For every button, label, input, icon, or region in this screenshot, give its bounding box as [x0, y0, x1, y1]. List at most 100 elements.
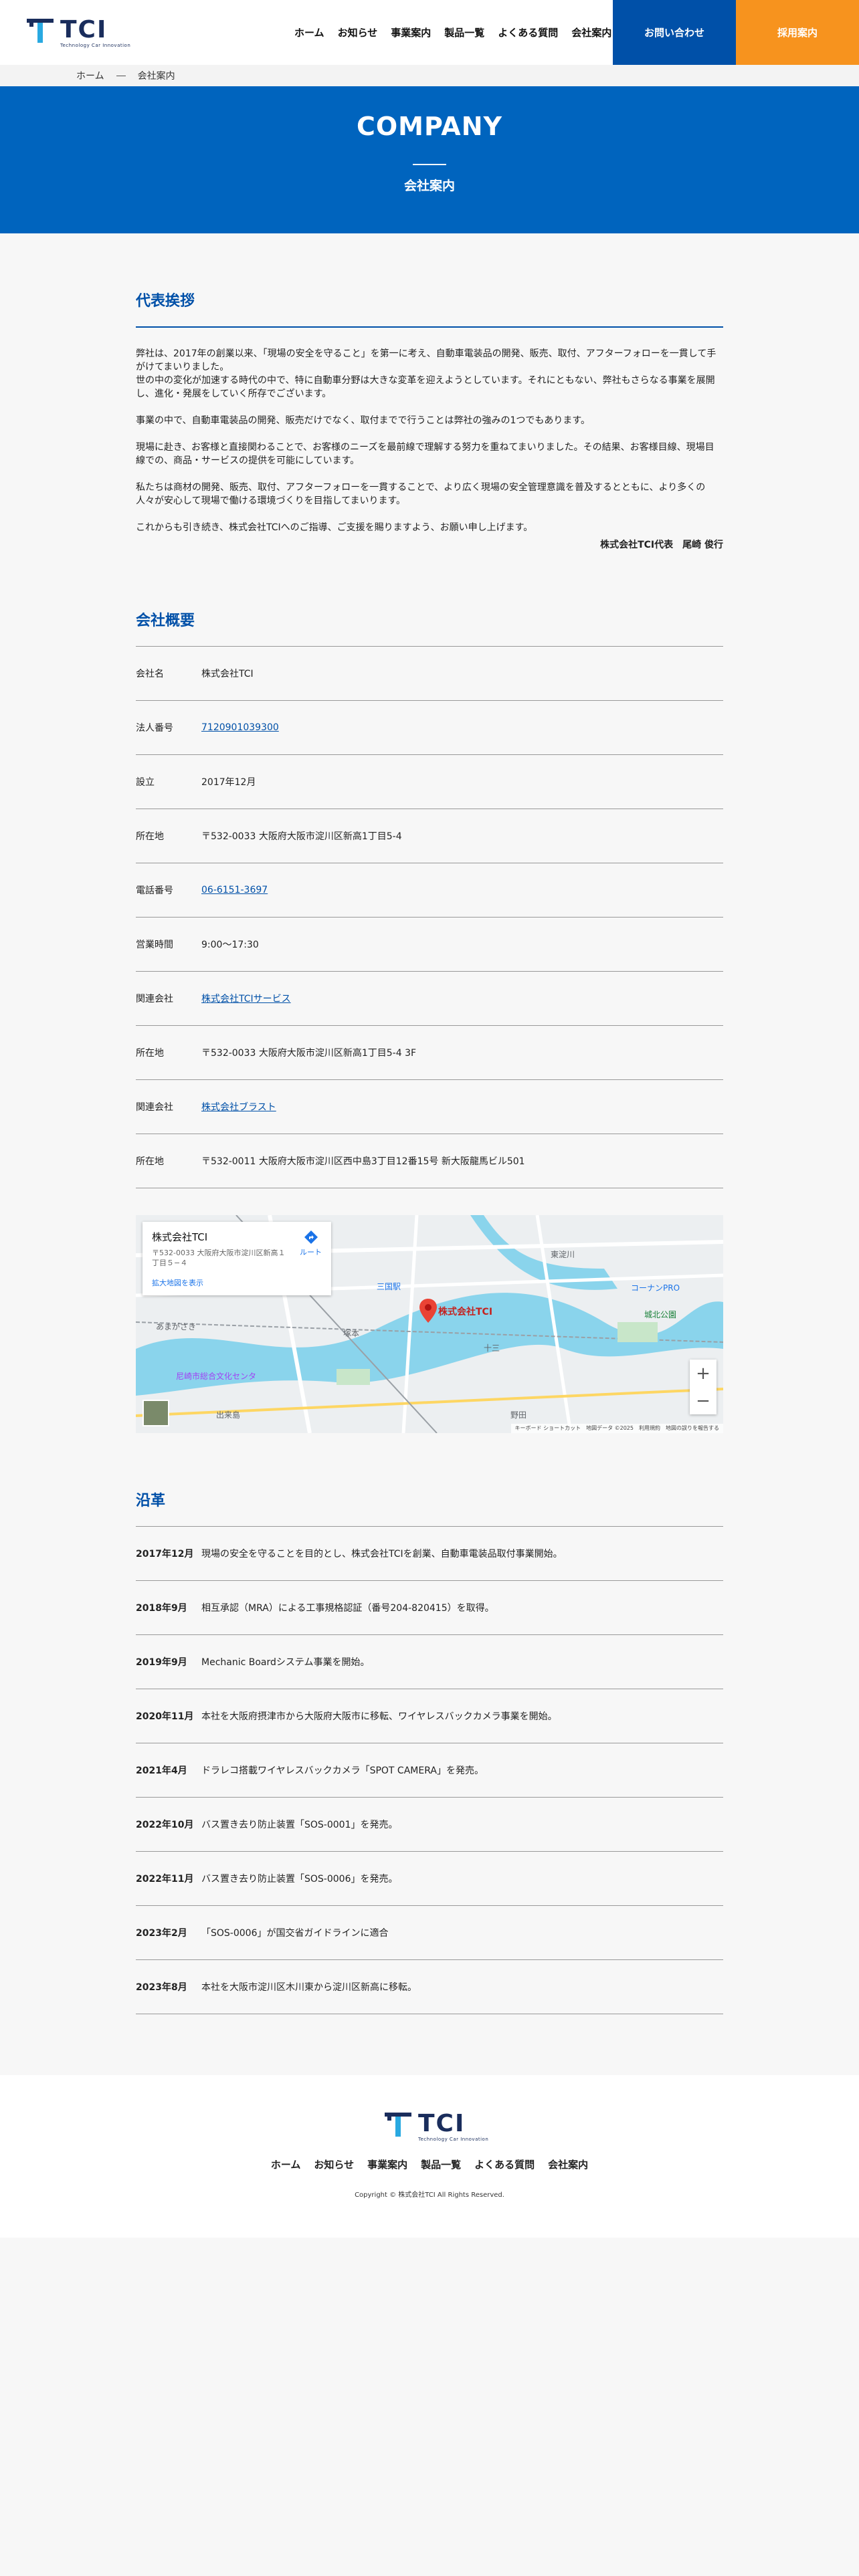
route-button[interactable]: ルート [300, 1230, 322, 1257]
map-pin-label: 株式会社TCI [438, 1307, 493, 1317]
footer-logo[interactable]: TCI Technology Car Innovation [385, 2110, 488, 2143]
history-row: 2021年4月 ドラレコ搭載ワイヤレスバックカメラ「SPOT CAMERA」を発… [136, 1743, 723, 1798]
site-logo[interactable]: TCI Technology Car Innovation [27, 16, 130, 49]
map-info-card: 株式会社TCI 〒532-0033 大阪府大阪市淀川区新高１丁目５−４ 拡大地図… [142, 1222, 331, 1295]
history-year: 2018年9月 [136, 1603, 187, 1614]
zoom-in-button[interactable]: + [690, 1360, 717, 1387]
overview-row-corporate-number: 法人番号 7120901039300 [136, 701, 723, 755]
nav-item-business[interactable]: 事業案内 [391, 25, 431, 39]
history-text: 現場の安全を守ることを目的とし、株式会社TCIを創業、自動車電装品取付事業開始。 [201, 1549, 563, 1560]
greeting-paragraph: これからも引き続き、株式会社TCIへのご指導、ご支援を賜りますよう、お願い申し上… [136, 522, 533, 533]
greeting-paragraph: 現場に赴き、お客様と直接関わることで、お客様のニーズを最前線で理解する努力を重ね… [136, 442, 714, 466]
footer-nav-news[interactable]: お知らせ [314, 2157, 354, 2171]
greeting-paragraph: 事業の中で、自動車電装品の開発、販売だけでなく、取付までで行うことは弊社の強みの… [136, 415, 590, 426]
footer-nav-faq[interactable]: よくある質問 [474, 2157, 535, 2171]
main-nav: ホーム お知らせ 事業案内 製品一覧 よくある質問 会社案内 [294, 0, 625, 65]
row-label: 会社名 [136, 669, 164, 679]
row-value: 〒532-0033 大阪府大阪市淀川区新高1丁目5-4 3F [201, 1048, 417, 1059]
history-year: 2019年9月 [136, 1657, 187, 1668]
map-place-label: 尼崎市総合文化センタ [176, 1372, 257, 1381]
map-place-label: 塚本 [343, 1329, 360, 1338]
footer-nav-home[interactable]: ホーム [271, 2157, 301, 2171]
map-zoom-controls: + − [690, 1360, 717, 1414]
footer-nav-products[interactable]: 製品一覧 [421, 2157, 461, 2171]
copyright: Copyright © 株式会社TCI All Rights Reserved. [355, 2191, 504, 2199]
row-label: 関連会社 [136, 1102, 173, 1113]
overview-row-address: 所在地 〒532-0033 大阪府大阪市淀川区新高1丁目5-4 [136, 809, 723, 863]
overview-row-affiliate-1-address: 所在地 〒532-0033 大阪府大阪市淀川区新高1丁目5-4 3F [136, 1026, 723, 1080]
row-value: 2017年12月 [201, 777, 256, 788]
history-year: 2023年2月 [136, 1928, 187, 1939]
site-header: TCI Technology Car Innovation ホーム お知らせ 事… [0, 0, 859, 65]
history-text: 本社を大阪府摂津市から大阪府大阪市に移転、ワイヤレスバックカメラ事業を開始。 [201, 1711, 557, 1722]
row-value: 〒532-0033 大阪府大阪市淀川区新高1丁目5-4 [201, 831, 402, 842]
history-row: 2023年8月 本社を大阪市淀川区木川東から淀川区新高に移転。 [136, 1960, 723, 2014]
breadcrumb-current: 会社案内 [137, 71, 175, 82]
history-text: Mechanic Boardシステム事業を開始。 [201, 1657, 370, 1668]
history-text: ドラレコ搭載ワイヤレスバックカメラ「SPOT CAMERA」を発売。 [201, 1765, 484, 1776]
footer-nav-company[interactable]: 会社案内 [548, 2157, 588, 2171]
map-place-label: 東淀川 [551, 1250, 575, 1259]
history-text: 相互承認（MRA）による工事規格認証（番号204-820415）を取得。 [201, 1603, 494, 1614]
history-text: バス置き去り防止装置「SOS-0006」を発売。 [201, 1874, 398, 1885]
overview-title: 会社概要 [136, 613, 195, 629]
row-value: 〒532-0011 大阪府大阪市淀川区西中島3丁目12番15号 新大阪龍馬ビル5… [201, 1156, 525, 1167]
row-label: 営業時間 [136, 940, 173, 950]
map-place-label: あまがさき [156, 1322, 197, 1331]
greeting-signature: 株式会社TCI代表 尾崎 俊行 [600, 540, 723, 550]
history-row: 2019年9月 Mechanic Boardシステム事業を開始。 [136, 1635, 723, 1689]
recruit-button[interactable]: 採用案内 [736, 0, 859, 65]
affiliate-link-tci-service[interactable]: 株式会社TCIサービス [201, 992, 291, 1005]
overview-row-established: 設立 2017年12月 [136, 755, 723, 809]
corporate-number-link[interactable]: 7120901039300 [201, 722, 279, 733]
contact-button[interactable]: お問い合わせ [613, 0, 736, 65]
history-row: 2023年2月 「SOS-0006」が国交省ガイドラインに適合 [136, 1906, 723, 1960]
map-place-label: 三国駅 [377, 1282, 401, 1291]
google-map[interactable]: あまがさき 尼崎市総合文化センタ 三国駅 塚本 十三 城北公園 コーナンPRO … [136, 1215, 723, 1433]
breadcrumb-home[interactable]: ホーム [76, 69, 104, 82]
affiliate-link-blast[interactable]: 株式会社ブラスト [201, 1100, 276, 1113]
logo-subtitle: Technology Car Innovation [60, 43, 131, 48]
greeting-title: 代表挨拶 [136, 293, 195, 310]
history-text: 本社を大阪市淀川区木川東から淀川区新高に移転。 [201, 1982, 417, 1993]
page-bottom-space [0, 2238, 859, 2576]
logo-subtitle: Technology Car Innovation [418, 2137, 489, 2142]
map-place-label: 出来島 [216, 1410, 241, 1420]
overview-row-hours: 営業時間 9:00〜17:30 [136, 918, 723, 972]
map-pin-icon[interactable] [419, 1299, 437, 1323]
map-layer-thumbnail[interactable] [142, 1400, 169, 1426]
history-row: 2017年12月 現場の安全を守ることを目的とし、株式会社TCIを創業、自動車電… [136, 1527, 723, 1581]
overview-row-phone: 電話番号 06-6151-3697 [136, 863, 723, 918]
history-row: 2022年11月 バス置き去り防止装置「SOS-0006」を発売。 [136, 1852, 723, 1906]
nav-item-company[interactable]: 会社案内 [571, 25, 611, 39]
history-row: 2018年9月 相互承認（MRA）による工事規格認証（番号204-820415）… [136, 1581, 723, 1635]
hero-title-en: COMPANY [356, 112, 503, 141]
main-content: 代表挨拶 弊社は、2017年の創業以来、「現場の安全を守ること」を第一に考え、自… [0, 233, 859, 2075]
nav-item-news[interactable]: お知らせ [338, 25, 378, 39]
overview-row-affiliate-1: 関連会社 株式会社TCIサービス [136, 972, 723, 1026]
row-label: 所在地 [136, 1048, 164, 1059]
nav-item-faq[interactable]: よくある質問 [498, 25, 558, 39]
zoom-out-button[interactable]: − [690, 1387, 717, 1414]
site-footer: TCI Technology Car Innovation ホーム お知らせ 事… [0, 2075, 859, 2238]
greeting-body: 弊社は、2017年の創業以来、「現場の安全を守ること」を第一に考え、自動車電装品… [136, 347, 723, 548]
nav-item-home[interactable]: ホーム [294, 25, 324, 39]
map-place-label: 十三 [484, 1344, 500, 1353]
history-year: 2017年12月 [136, 1549, 194, 1560]
row-value: 9:00〜17:30 [201, 940, 259, 950]
hero-divider [413, 164, 446, 165]
nav-item-products[interactable]: 製品一覧 [444, 25, 484, 39]
map-card-address: 〒532-0033 大阪府大阪市淀川区新高１丁目５−４ [152, 1249, 286, 1267]
overview-row-name: 会社名 株式会社TCI [136, 647, 723, 701]
map-place-label: 野田 [510, 1410, 527, 1420]
footer-nav-business[interactable]: 事業案内 [367, 2157, 407, 2171]
enlarge-map-link[interactable]: 拡大地図を表示 [152, 1277, 322, 1288]
history-year: 2022年11月 [136, 1874, 194, 1885]
logo-text: TCI [418, 2110, 466, 2137]
history-year: 2022年10月 [136, 1820, 194, 1830]
history-year: 2023年8月 [136, 1982, 187, 1993]
history-year: 2021年4月 [136, 1765, 187, 1776]
map-place-label: コーナンPRO [631, 1283, 680, 1293]
map-place-label: 城北公園 [644, 1310, 677, 1319]
phone-link[interactable]: 06-6151-3697 [201, 885, 268, 895]
